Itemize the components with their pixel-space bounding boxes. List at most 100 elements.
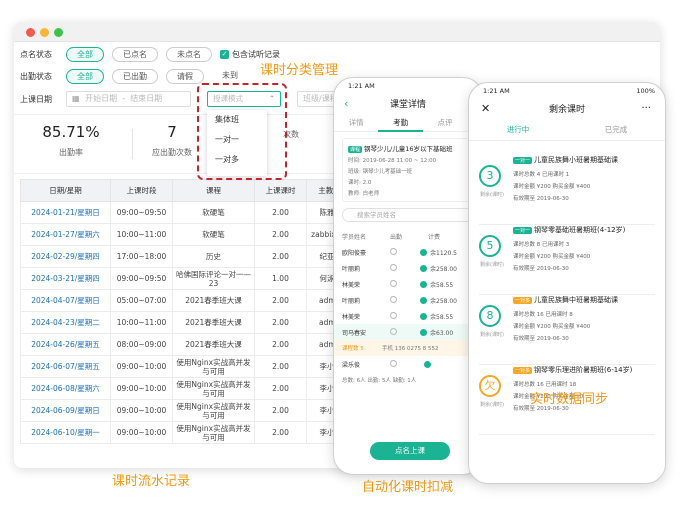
presence-option-present[interactable]: 已出勤	[112, 68, 158, 84]
attendance-option-called[interactable]: 已点名	[112, 46, 158, 62]
fee-radio[interactable]	[420, 264, 427, 272]
cell-hours: 1.00	[254, 267, 307, 290]
item-title-line: 一对多 钢琴零乐理进阶暑期班(6-14岁)	[513, 365, 632, 375]
start-date-placeholder: 开始日期	[85, 94, 118, 103]
page-title: 课堂详情	[389, 99, 426, 110]
tab-attendance[interactable]: 考勤	[378, 114, 423, 132]
screenshot-stage: 点名状态 全部 已点名 未点名 ✓ 包含试听记录 出勤状态 全部 已出勤 请假 未…	[0, 0, 681, 506]
hours-list-item[interactable]: 3 剩余(课时) 一对一 儿童民族舞小班暑期基础课 课时总数 4 已用课时 1 课时金额 …	[479, 153, 655, 225]
stat-label: 出勤率	[59, 148, 83, 157]
present-radio[interactable]	[390, 263, 420, 273]
hours-list-item[interactable]: 8 剩余(课时) 一对多 儿童民族舞中班暑期基础课 课时总数 16 已用课时 8 课时金额…	[479, 293, 655, 365]
student-row[interactable]: 叶丽莉 余258.00	[334, 260, 482, 276]
fee-radio[interactable]	[420, 296, 427, 304]
cell-hours: 2.00	[254, 421, 307, 444]
item-tag: 一对多	[513, 297, 533, 304]
present-radio[interactable]	[390, 311, 420, 321]
window-titlebar	[14, 22, 660, 42]
close-window-button[interactable]	[26, 28, 35, 37]
remaining-count-label: 剩余(课时)	[480, 332, 504, 338]
remaining-count-ring: 欠	[479, 375, 501, 397]
student-name: 叶丽莉	[342, 297, 361, 305]
cell-date: 2024-06-10/星期一	[20, 421, 111, 444]
fee-radio[interactable]	[420, 312, 427, 320]
status-time: 1:21 AM	[483, 87, 510, 95]
cell-course: 使用Nginx实战高并发与可用	[172, 399, 255, 422]
present-radio[interactable]	[390, 247, 420, 257]
header-course[interactable]: 课程	[172, 179, 255, 202]
student-row[interactable]: 林美荣 余58.55	[334, 276, 482, 292]
tab-review[interactable]: 点评	[423, 117, 467, 128]
table-row[interactable]: 2024-02-29/星期四17:00~18:00历史2.00纪亚玲、	[20, 245, 363, 268]
present-radio[interactable]	[390, 327, 420, 337]
presence-option-leave[interactable]: 请假	[166, 68, 204, 84]
student-name: 梁乐俊	[342, 361, 361, 369]
cell-course: 软硬笔	[172, 223, 255, 246]
caption-sync: 实时数据同步	[530, 392, 609, 407]
phone-number: 手机 136 0275 8 552	[382, 346, 439, 352]
cell-course: 历史	[172, 245, 255, 268]
cell-hours: 2.00	[254, 289, 307, 312]
cell-date: 2024-04-07/星期日	[20, 289, 111, 312]
status-time: 1:21 AM	[348, 82, 375, 90]
course-teacher: 教师: 白老师	[348, 191, 380, 197]
header-time[interactable]: 上课时段	[110, 179, 173, 202]
maximize-window-button[interactable]	[54, 28, 63, 37]
tab-in-progress[interactable]: 进行中	[469, 124, 567, 135]
presence-option-absent[interactable]: 未到	[212, 69, 248, 84]
header-date[interactable]: 日期/星期	[20, 179, 111, 202]
date-range-input[interactable]: ▦ 开始日期 - 结束日期	[66, 91, 191, 107]
item-title: 钢琴零基础班暑期班(4-12岁)	[534, 226, 626, 234]
table-row[interactable]: 2024-01-27/星期六10:00~11:00软硬笔2.00zabbixce…	[20, 223, 363, 246]
present-radio[interactable]	[390, 359, 424, 369]
cell-date: 2024-06-07/星期五	[20, 355, 111, 378]
fee-radio[interactable]	[420, 328, 427, 336]
col-present: 出勤	[390, 233, 403, 241]
table-row[interactable]: 2024-04-26/星期五08:00~09:002021春季班大课2.00ad…	[20, 333, 363, 356]
include-trial-checkbox[interactable]: ✓ 包含试听记录	[220, 49, 280, 60]
remaining-count-label: 剩余(课时)	[480, 192, 504, 198]
student-row[interactable]: 林美荣 余58.55	[334, 308, 482, 324]
fee-radio[interactable]	[424, 360, 431, 368]
student-row[interactable]: 梁乐俊	[334, 356, 482, 372]
table-row[interactable]: 2024-06-09/星期日 09:00~10:00 使用Nginx实战高并发与可用…	[20, 399, 363, 422]
student-list: 欧阳俊豪 余1120.5 叶丽莉 余258.00 林美荣 余58.55 叶丽莉 余258.00…	[334, 244, 482, 340]
minimize-window-button[interactable]	[40, 28, 49, 37]
table-row[interactable]: 2024-01-21/星期日09:00~09:50软硬笔2.00陈雅玲、	[20, 201, 363, 224]
table-row[interactable]: 2024-06-07/星期五 09:00~10:00 使用Nginx实战高并发与可用…	[20, 355, 363, 378]
course-title-line: 课程 钢琴少儿/儿童16岁以下基础班	[348, 143, 468, 153]
more-icon[interactable]: ···	[641, 103, 651, 114]
table-row[interactable]: 2024-04-07/星期日05:00~07:002021春季班大课2.00ad…	[20, 289, 363, 312]
attendance-totals: 总数: 6人 出勤: 5人 缺勤: 1人	[342, 378, 417, 384]
fee-radio[interactable]	[420, 248, 427, 256]
item-tag: 一对一	[513, 157, 533, 164]
item-amount: 课时金额 ¥200 购买金额 ¥400	[513, 184, 591, 190]
table-row[interactable]: 2024-04-23/星期二10:00~11:002021春季班大课2.00ad…	[20, 311, 363, 334]
student-row[interactable]: 欧阳俊豪 余1120.5	[334, 244, 482, 260]
table-row[interactable]: 2024-03-21/星期四 09:00~09:50 哈佛国际评论一对一—23 1.0…	[20, 267, 363, 290]
item-hours: 课时总数 8 已用课时 3	[513, 242, 570, 248]
fee-radio[interactable]	[420, 280, 427, 288]
attendance-option-not-called[interactable]: 未点名	[166, 46, 212, 62]
student-search-input[interactable]: 搜索学员姓名	[342, 208, 474, 222]
end-date-placeholder: 结束日期	[130, 94, 163, 103]
table-header-row: 日期/星期 上课时段 课程 上课课时 主教/助教	[20, 179, 363, 202]
table-row[interactable]: 2024-06-08/星期六 09:00~10:00 使用Nginx实战高并发与可用…	[20, 377, 363, 400]
attendance-filter-row: 点名状态 全部 已点名 未点名 ✓ 包含试听记录	[20, 45, 280, 63]
remaining-info-row: 课程数 5 手机 136 0275 8 552	[334, 340, 482, 356]
item-tag: 一对多	[513, 367, 533, 374]
student-row[interactable]: 司马春安 余63.00	[334, 324, 482, 340]
table-row[interactable]: 2024-06-10/星期一 09:00~10:00 使用Nginx实战高并发与可用…	[20, 421, 363, 444]
cell-hours: 2.00	[254, 399, 307, 422]
tab-detail[interactable]: 详情	[334, 117, 378, 128]
attendance-option-all[interactable]: 全部	[66, 46, 104, 62]
student-row[interactable]: 叶丽莉 余258.00	[334, 292, 482, 308]
hours-list-item[interactable]: 5 剩余(课时) 一对一 钢琴零基础班暑期班(4-12岁) 课时总数 8 已用课时 3 课…	[479, 223, 655, 295]
header-hours[interactable]: 上课课时	[254, 179, 307, 202]
present-radio[interactable]	[390, 279, 420, 289]
presence-option-all[interactable]: 全部	[66, 68, 104, 84]
present-radio[interactable]	[390, 295, 420, 305]
course-hours: 课时: 2.0	[348, 180, 372, 186]
tab-completed[interactable]: 已完成	[567, 124, 665, 135]
roll-call-button[interactable]: 点名上课	[370, 442, 450, 460]
